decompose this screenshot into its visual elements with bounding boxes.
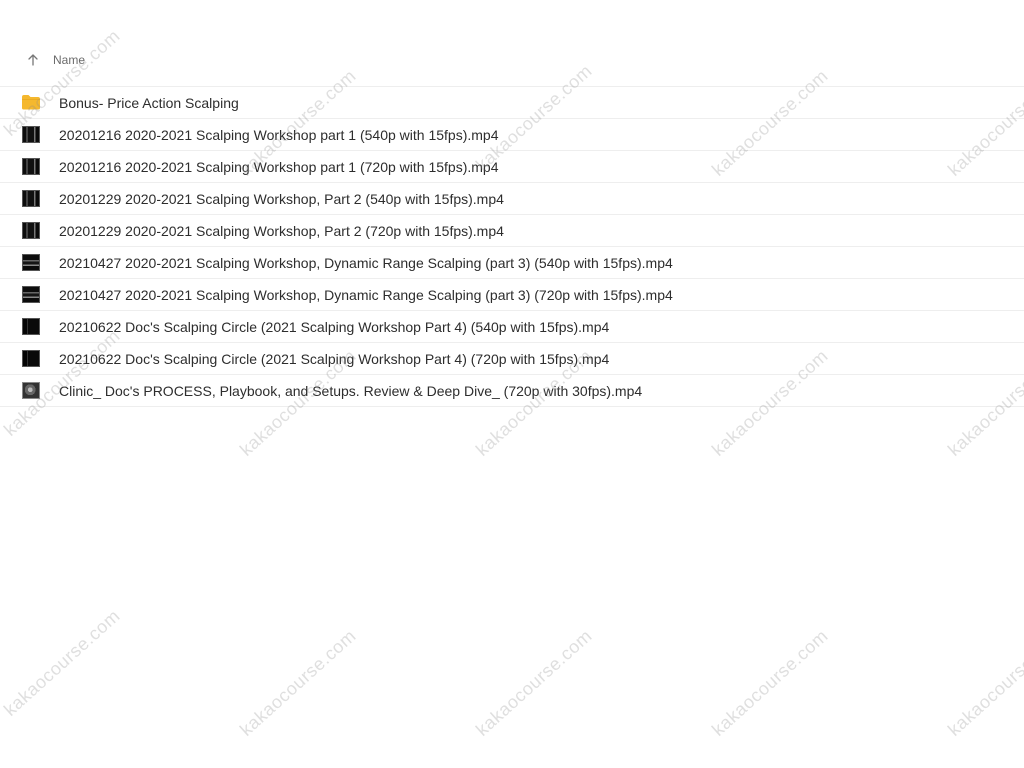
folder-icon (22, 94, 40, 111)
watermark-text: kakaocourse.com (236, 625, 360, 740)
file-name: 20201216 2020-2021 Scalping Workshop par… (59, 159, 499, 175)
list-item-video[interactable]: 20201229 2020-2021 Scalping Workshop, Pa… (0, 183, 1024, 215)
file-name: 20201229 2020-2021 Scalping Workshop, Pa… (59, 191, 504, 207)
watermark-text: kakaocourse.com (0, 605, 124, 720)
list-item-video[interactable]: 20201216 2020-2021 Scalping Workshop par… (0, 119, 1024, 151)
file-name: 20201216 2020-2021 Scalping Workshop par… (59, 127, 499, 143)
video-thumbnail-icon (22, 382, 40, 399)
video-thumbnail-icon (22, 126, 40, 143)
file-name: 20210427 2020-2021 Scalping Workshop, Dy… (59, 255, 673, 271)
file-name: Bonus- Price Action Scalping (59, 95, 239, 111)
video-thumbnail-icon (22, 190, 40, 207)
file-name: 20210427 2020-2021 Scalping Workshop, Dy… (59, 287, 673, 303)
file-name: 20201229 2020-2021 Scalping Workshop, Pa… (59, 223, 504, 239)
list-item-video[interactable]: 20210622 Doc's Scalping Circle (2021 Sca… (0, 343, 1024, 375)
list-item-video[interactable]: 20210427 2020-2021 Scalping Workshop, Dy… (0, 279, 1024, 311)
video-thumbnail-icon (22, 286, 40, 303)
watermark-text: kakaocourse.com (944, 625, 1024, 740)
file-name: Clinic_ Doc's PROCESS, Playbook, and Set… (59, 383, 643, 399)
list-item-video[interactable]: 20201216 2020-2021 Scalping Workshop par… (0, 151, 1024, 183)
arrow-up-icon[interactable] (26, 53, 40, 67)
list-item-video[interactable]: 20210427 2020-2021 Scalping Workshop, Dy… (0, 247, 1024, 279)
file-name: 20210622 Doc's Scalping Circle (2021 Sca… (59, 319, 610, 335)
list-item-video[interactable]: Clinic_ Doc's PROCESS, Playbook, and Set… (0, 375, 1024, 407)
list-item-video[interactable]: 20201229 2020-2021 Scalping Workshop, Pa… (0, 215, 1024, 247)
list-item-folder[interactable]: Bonus- Price Action Scalping (0, 87, 1024, 119)
watermark-text: kakaocourse.com (708, 625, 832, 740)
file-browser: Name Bonus- Price Action Scalping 202012… (0, 0, 1024, 768)
file-name: 20210622 Doc's Scalping Circle (2021 Sca… (59, 351, 610, 367)
video-thumbnail-icon (22, 222, 40, 239)
video-thumbnail-icon (22, 350, 40, 367)
video-thumbnail-icon (22, 254, 40, 271)
list-item-video[interactable]: 20210622 Doc's Scalping Circle (2021 Sca… (0, 311, 1024, 343)
name-column-header[interactable]: Name (53, 53, 85, 67)
list-header: Name (0, 44, 1024, 87)
video-thumbnail-icon (22, 158, 40, 175)
file-list: Bonus- Price Action Scalping 20201216 20… (0, 87, 1024, 407)
video-thumbnail-icon (22, 318, 40, 335)
watermark-text: kakaocourse.com (472, 625, 596, 740)
